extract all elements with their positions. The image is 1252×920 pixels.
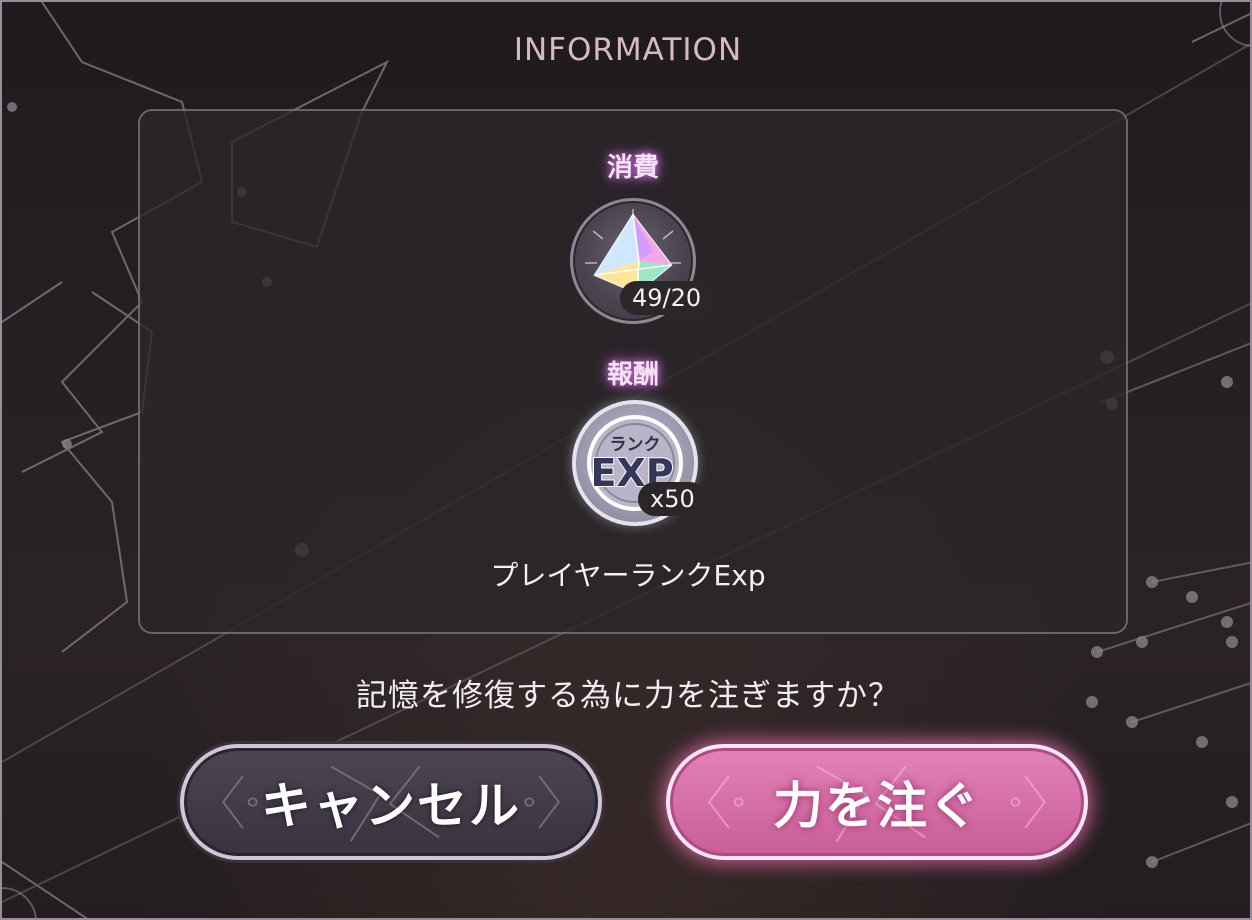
cost-count-badge: 49/20 bbox=[620, 281, 714, 315]
cancel-button[interactable]: キャンセル bbox=[180, 744, 602, 860]
confirm-question: 記憶を修復する為に力を注ぎますか？ bbox=[356, 678, 900, 714]
cancel-label: キャンセル bbox=[261, 777, 521, 835]
confirm-label: 力を注ぐ bbox=[773, 777, 981, 835]
reward-item-name: プレイヤーランクExp bbox=[490, 559, 766, 592]
dialog-title: INFORMATION bbox=[513, 32, 743, 68]
cost-label: 消費 bbox=[606, 153, 659, 183]
information-dialog: INFORMATION 消費 49/20 報酬 ランク EXP x50 プレイヤ… bbox=[0, 0, 1252, 920]
confirm-button[interactable]: 力を注ぐ bbox=[666, 744, 1088, 860]
reward-count-badge: x50 bbox=[638, 482, 707, 516]
reward-label: 報酬 bbox=[606, 360, 659, 390]
